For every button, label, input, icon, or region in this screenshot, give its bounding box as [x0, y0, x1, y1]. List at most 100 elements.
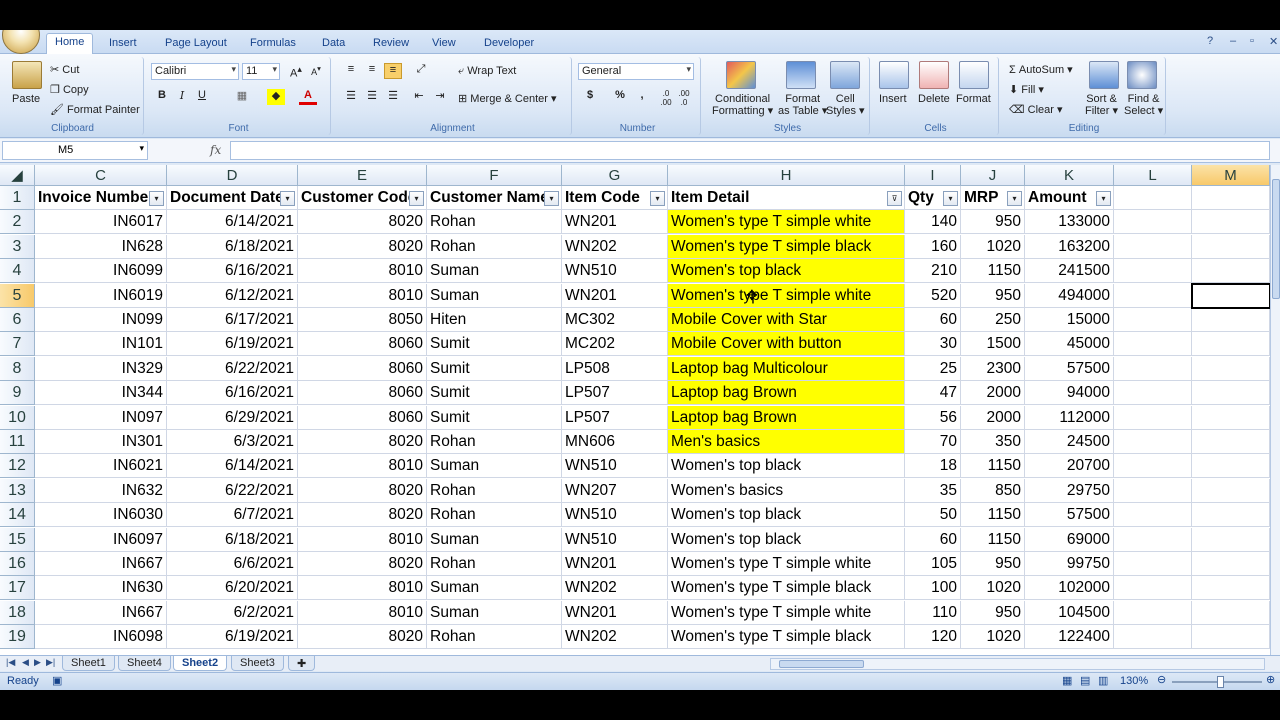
comma-button[interactable]: ,: [633, 89, 651, 105]
first-sheet-icon[interactable]: |◀: [6, 657, 15, 668]
table-cell[interactable]: Women's type T simple white: [668, 283, 905, 308]
table-cell[interactable]: 8020: [298, 503, 427, 528]
row-header[interactable]: 17: [0, 576, 35, 601]
font-color-icon[interactable]: A: [299, 89, 317, 105]
table-cell[interactable]: 950: [961, 210, 1025, 235]
row-header[interactable]: 12: [0, 454, 35, 479]
table-cell[interactable]: 850: [961, 478, 1025, 503]
table-cell[interactable]: 122400: [1025, 625, 1114, 650]
insert-function-icon[interactable]: fx: [210, 143, 221, 157]
table-cell[interactable]: 2300: [961, 356, 1025, 381]
table-cell[interactable]: Rohan: [427, 430, 562, 454]
currency-button[interactable]: $: [581, 89, 599, 105]
paste-button[interactable]: Paste: [12, 93, 40, 105]
table-cell[interactable]: Rohan: [427, 503, 562, 528]
table-cell[interactable]: IN344: [35, 381, 167, 406]
table-cell[interactable]: WN201: [562, 210, 668, 235]
table-cell[interactable]: 47: [905, 381, 961, 406]
cell[interactable]: [1192, 186, 1270, 210]
table-cell[interactable]: 45000: [1025, 332, 1114, 357]
table-cell[interactable]: 6/18/2021: [167, 527, 298, 552]
table-cell[interactable]: 1150: [961, 503, 1025, 528]
page-break-view-icon[interactable]: ▥: [1098, 674, 1108, 687]
table-cell[interactable]: 25: [905, 356, 961, 381]
table-cell[interactable]: 210: [905, 259, 961, 284]
table-cell[interactable]: 8020: [298, 234, 427, 259]
table-cell[interactable]: 8060: [298, 332, 427, 357]
vertical-scroll-thumb[interactable]: [1272, 179, 1280, 299]
font-name-select[interactable]: Calibri: [151, 63, 239, 80]
table-cell[interactable]: Rohan: [427, 234, 562, 259]
table-cell[interactable]: MN606: [562, 430, 668, 454]
table-cell[interactable]: IN099: [35, 308, 167, 332]
table-cell[interactable]: 20700: [1025, 454, 1114, 479]
row-header[interactable]: 5: [0, 283, 35, 308]
normal-view-icon[interactable]: ▦: [1062, 674, 1072, 687]
cell[interactable]: [1192, 552, 1270, 576]
table-cell[interactable]: WN510: [562, 454, 668, 479]
table-cell[interactable]: 110: [905, 600, 961, 625]
table-cell[interactable]: Hiten: [427, 308, 562, 332]
table-cell[interactable]: 1020: [961, 234, 1025, 259]
table-header-cell[interactable]: Item Detail: [668, 186, 905, 210]
cell[interactable]: [1114, 405, 1192, 430]
column-header-e[interactable]: E: [298, 165, 427, 186]
table-cell[interactable]: IN667: [35, 600, 167, 625]
table-cell[interactable]: 250: [961, 308, 1025, 332]
table-cell[interactable]: LP507: [562, 405, 668, 430]
table-cell[interactable]: 1020: [961, 625, 1025, 650]
row-header[interactable]: 2: [0, 210, 35, 235]
align-top-icon[interactable]: ≡: [342, 63, 360, 79]
table-cell[interactable]: 1500: [961, 332, 1025, 357]
align-left-icon[interactable]: ☰: [342, 89, 360, 105]
cell[interactable]: [1114, 234, 1192, 259]
table-cell[interactable]: 6/16/2021: [167, 381, 298, 406]
zoom-out-icon[interactable]: ⊖: [1157, 673, 1166, 686]
column-header-l[interactable]: L: [1114, 165, 1192, 186]
name-box[interactable]: M5: [2, 141, 148, 160]
table-cell[interactable]: Sumit: [427, 356, 562, 381]
cell[interactable]: [1114, 259, 1192, 284]
row-header[interactable]: 10: [0, 405, 35, 430]
row-header[interactable]: 3: [0, 234, 35, 259]
table-cell[interactable]: 100: [905, 576, 961, 601]
table-cell[interactable]: IN6030: [35, 503, 167, 528]
column-header-i[interactable]: I: [905, 165, 961, 186]
table-cell[interactable]: 69000: [1025, 527, 1114, 552]
table-cell[interactable]: Suman: [427, 527, 562, 552]
table-cell[interactable]: 35: [905, 478, 961, 503]
insert-sheet-icon[interactable]: ✚: [288, 656, 316, 671]
sheet-tab-sheet1[interactable]: Sheet1: [62, 656, 115, 671]
table-cell[interactable]: 6/29/2021: [167, 405, 298, 430]
filter-dropdown-icon[interactable]: ▾: [1096, 191, 1111, 206]
cell[interactable]: [1114, 332, 1192, 357]
table-cell[interactable]: 494000: [1025, 283, 1114, 308]
align-bottom-icon[interactable]: ≡: [384, 63, 402, 79]
number-format-select[interactable]: General: [578, 63, 694, 80]
table-cell[interactable]: 8020: [298, 210, 427, 235]
restore-icon[interactable]: ▫: [1250, 35, 1254, 47]
table-cell[interactable]: Suman: [427, 259, 562, 284]
table-cell[interactable]: WN202: [562, 234, 668, 259]
table-cell[interactable]: 8010: [298, 600, 427, 625]
cell[interactable]: [1192, 210, 1270, 235]
sheet-tab-sheet2[interactable]: Sheet2: [173, 656, 228, 671]
decrease-indent-icon[interactable]: ⇤: [410, 89, 428, 105]
table-cell[interactable]: 8010: [298, 454, 427, 479]
format-cells-button[interactable]: Format: [956, 93, 991, 105]
last-sheet-icon[interactable]: ▶|: [46, 657, 55, 668]
tab-home[interactable]: Home: [46, 33, 94, 55]
table-cell[interactable]: Laptop bag Brown: [668, 381, 905, 406]
row-header[interactable]: 4: [0, 259, 35, 284]
table-cell[interactable]: WN201: [562, 552, 668, 576]
cell[interactable]: [1114, 552, 1192, 576]
table-cell[interactable]: Mobile Cover with button: [668, 332, 905, 357]
worksheet-grid[interactable]: ◢ C D E F G H I J K L M 1 Invoice Number ▾ Document Da…: [0, 165, 1270, 655]
row-header[interactable]: 13: [0, 478, 35, 503]
table-cell[interactable]: 102000: [1025, 576, 1114, 601]
table-cell[interactable]: IN6099: [35, 259, 167, 284]
row-header[interactable]: 19: [0, 625, 35, 650]
table-cell[interactable]: 57500: [1025, 356, 1114, 381]
table-cell[interactable]: Rohan: [427, 210, 562, 235]
vertical-scrollbar[interactable]: [1270, 165, 1280, 655]
